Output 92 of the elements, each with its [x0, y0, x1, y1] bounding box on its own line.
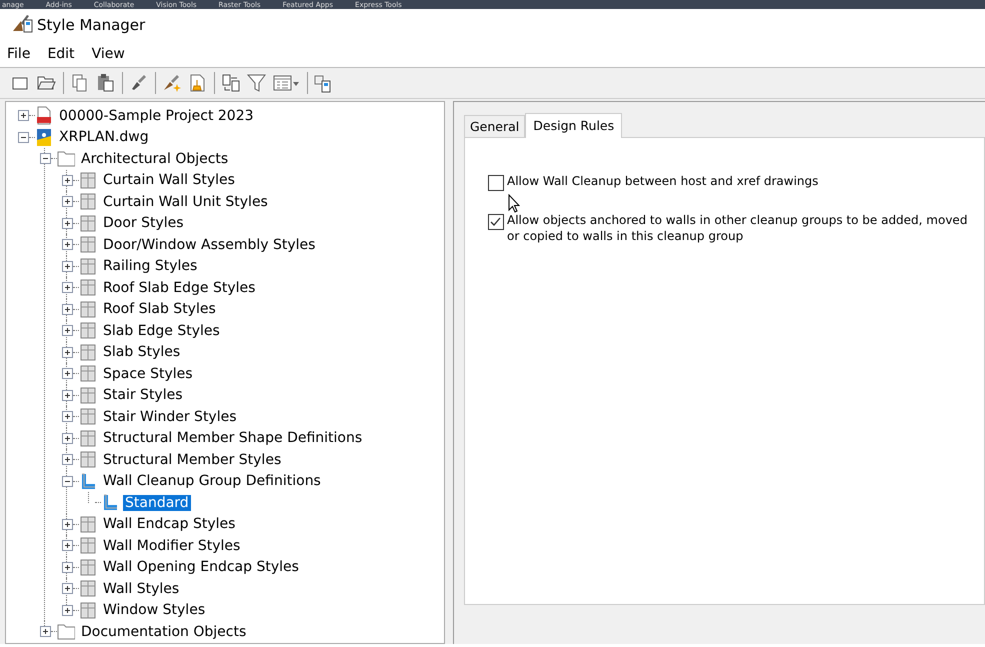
- tree-item[interactable]: Standard: [123, 494, 191, 511]
- menu-item[interactable]: File: [7, 46, 30, 62]
- checkbox[interactable]: [488, 214, 504, 230]
- style-icon: [79, 214, 97, 233]
- collapse-toggle[interactable]: [18, 132, 29, 143]
- tree-item[interactable]: Space Styles: [101, 366, 195, 382]
- expand-toggle[interactable]: [62, 454, 73, 466]
- checkbox[interactable]: [488, 175, 504, 191]
- tree-item[interactable]: Roof Slab Styles: [101, 301, 218, 318]
- tree-item[interactable]: Wall Modifier Styles: [101, 538, 242, 554]
- tree-item[interactable]: Door Styles: [101, 215, 186, 232]
- expand-toggle[interactable]: [62, 583, 73, 594]
- tree-item[interactable]: Wall Cleanup Group Definitions: [101, 473, 323, 490]
- style-icon: [79, 364, 97, 384]
- style-icon: [79, 407, 97, 426]
- style-icon: [79, 450, 97, 470]
- style-icon: [79, 386, 97, 405]
- wall-corner-icon: [79, 472, 97, 491]
- tree-item[interactable]: Structural Member Shape Definitions: [101, 430, 364, 446]
- menu-item[interactable]: Edit: [47, 46, 75, 62]
- style-icon: [79, 235, 97, 254]
- wall-corner-icon: [101, 493, 119, 512]
- brush-star-icon[interactable]: [162, 73, 182, 93]
- collapse-toggle[interactable]: [40, 153, 51, 164]
- tree-item[interactable]: Roof Slab Edge Styles: [101, 280, 258, 296]
- filter-icon[interactable]: [247, 73, 267, 93]
- style-icon: [79, 192, 97, 212]
- style-icon: [79, 256, 97, 276]
- expand-toggle[interactable]: [62, 218, 73, 229]
- style-icon: [79, 514, 97, 534]
- expand-toggle[interactable]: [62, 260, 73, 272]
- tree-item[interactable]: Architectural Objects: [79, 150, 230, 167]
- expand-toggle[interactable]: [62, 325, 73, 336]
- folder-icon: [57, 622, 75, 642]
- style-icon: [79, 428, 97, 448]
- style-icon: [79, 536, 97, 556]
- mouse-pointer-icon: [508, 194, 520, 213]
- style-icon: [79, 300, 97, 319]
- expand-toggle[interactable]: [62, 304, 73, 315]
- style-icon: [79, 558, 97, 577]
- tree-item[interactable]: XRPLAN.dwg: [57, 129, 151, 146]
- expand-toggle[interactable]: [62, 411, 73, 422]
- expand-toggle[interactable]: [62, 562, 73, 573]
- tree-item[interactable]: Window Styles: [101, 602, 208, 618]
- tab[interactable]: General: [464, 115, 526, 137]
- expand-toggle[interactable]: [62, 390, 73, 401]
- tree-item[interactable]: Wall Endcap Styles: [101, 516, 238, 532]
- tree-item[interactable]: Stair Styles: [101, 387, 185, 404]
- tree-item[interactable]: 00000-Sample Project 2023: [57, 108, 256, 124]
- window-title: Style Manager: [37, 16, 146, 34]
- tree-item[interactable]: Railing Styles: [101, 258, 200, 274]
- expand-toggle[interactable]: [62, 604, 73, 616]
- tree-item[interactable]: Slab Styles: [101, 344, 182, 360]
- drawing-file-icon: [35, 128, 53, 147]
- style-icon: [79, 170, 97, 190]
- tree-item[interactable]: Curtain Wall Styles: [101, 172, 237, 188]
- style-icon: [79, 321, 97, 340]
- tree-item[interactable]: Curtain Wall Unit Styles: [101, 194, 270, 210]
- style-icon: [79, 342, 97, 362]
- tree-item[interactable]: Slab Edge Styles: [101, 322, 222, 339]
- menu-item[interactable]: View: [92, 46, 125, 62]
- expand-toggle[interactable]: [62, 432, 73, 444]
- expand-toggle[interactable]: [62, 540, 73, 552]
- expand-toggle[interactable]: [62, 174, 73, 186]
- compare-icon[interactable]: [221, 73, 241, 93]
- expand-toggle[interactable]: [62, 196, 73, 208]
- brush-icon[interactable]: [129, 73, 149, 93]
- expand-toggle[interactable]: [62, 346, 73, 358]
- list-view-icon[interactable]: [273, 73, 301, 93]
- paste-icon[interactable]: [96, 73, 116, 93]
- tree-item[interactable]: Wall Opening Endcap Styles: [101, 559, 301, 576]
- checkbox-label: Allow Wall Cleanup between host and xref drawings: [507, 173, 818, 189]
- expand-toggle[interactable]: [62, 282, 73, 294]
- tree-item[interactable]: Wall Styles: [101, 580, 182, 597]
- expand-toggle[interactable]: [62, 239, 73, 250]
- tree-item[interactable]: Stair Winder Styles: [101, 408, 239, 425]
- tree-item[interactable]: Door/Window Assembly Styles: [101, 236, 318, 253]
- tree-item[interactable]: Documentation Objects: [79, 624, 248, 640]
- folder-icon: [57, 149, 75, 168]
- style-icon: [79, 600, 97, 620]
- expand-toggle[interactable]: [18, 110, 29, 122]
- collapse-toggle[interactable]: [62, 476, 73, 487]
- style-icon: [79, 579, 97, 598]
- tab[interactable]: Design Rules: [525, 113, 622, 138]
- checkmark-icon: [489, 215, 502, 228]
- expand-toggle[interactable]: [40, 626, 51, 638]
- tree-item[interactable]: Structural Member Styles: [101, 452, 284, 468]
- expand-toggle[interactable]: [62, 518, 73, 530]
- expand-toggle[interactable]: [62, 368, 73, 380]
- checkbox-label: Allow objects anchored to walls in other cleanup groups to be added, moved or copied to walls in this cleanup group: [507, 212, 968, 244]
- document-icon: [35, 106, 53, 126]
- style-icon: [79, 278, 97, 298]
